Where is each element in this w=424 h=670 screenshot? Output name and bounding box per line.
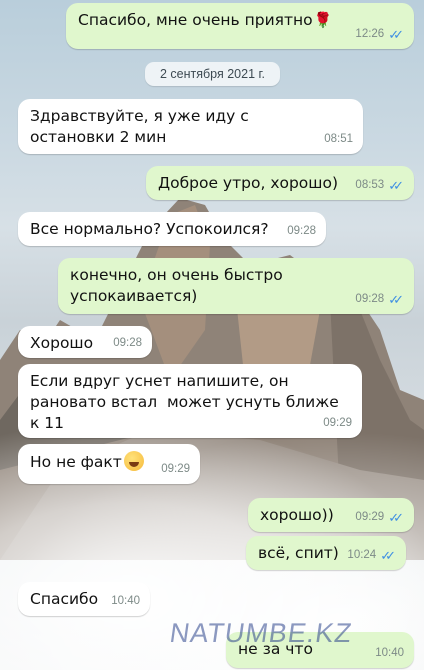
message-text: Спасибо, мне очень приятно🌹	[78, 11, 333, 29]
message-bubble-incoming[interactable]: Но не факт 09:29	[18, 444, 200, 484]
message-time: 10:40	[375, 647, 404, 659]
message-meta: 09:29	[161, 459, 190, 480]
message-meta: 10:24 ✓✓	[347, 545, 396, 566]
watermark: NATUMBE.KZ	[167, 618, 355, 648]
message-time: 12:26	[355, 28, 385, 40]
double-check-icon: ✓✓	[388, 27, 404, 42]
message-meta: 08:51	[324, 129, 353, 150]
date-divider: 2 сентября 2021 г.	[145, 62, 280, 86]
rose-emoji-icon: 🌹	[313, 11, 333, 29]
double-check-icon: ✓✓	[388, 178, 404, 193]
message-bubble-incoming[interactable]: Если вдруг уснет напишите, он рановато в…	[18, 364, 362, 438]
message-text: конечно, он очень быстро успокаивается)	[70, 266, 288, 305]
message-bubble-incoming[interactable]: Спасибо 10:40	[18, 582, 150, 616]
message-meta: 10:40	[375, 643, 404, 664]
message-meta: 09:29 ✓✓	[355, 507, 404, 528]
message-bubble-incoming[interactable]: Все нормально? Успокоился? 09:28	[18, 212, 326, 246]
message-time: 09:28	[113, 337, 142, 349]
message-time: 09:29	[323, 417, 352, 429]
message-time: 09:28	[287, 225, 316, 237]
message-meta: 09:28 ✓✓	[355, 289, 404, 310]
message-meta: 09:28	[287, 221, 316, 242]
message-meta: 09:28	[113, 333, 142, 354]
double-check-icon: ✓✓	[388, 292, 404, 307]
double-check-icon: ✓✓	[388, 510, 404, 525]
message-bubble-incoming[interactable]: Хорошо 09:28	[18, 326, 152, 358]
message-meta: 08:53 ✓✓	[355, 175, 404, 196]
message-bubble-outgoing[interactable]: Доброе утро, хорошо) 08:53 ✓✓	[146, 166, 414, 200]
message-time: 10:24	[347, 549, 377, 561]
message-time: 09:29	[355, 511, 385, 523]
message-bubble-outgoing[interactable]: всё, спит) 10:24 ✓✓	[246, 536, 406, 570]
message-time: 09:29	[161, 463, 190, 475]
message-bubble-outgoing[interactable]: хорошо)) 09:29 ✓✓	[248, 498, 414, 532]
message-meta: 12:26 ✓✓	[355, 24, 404, 45]
message-bubble-incoming[interactable]: Здравствуйте, я уже иду с остановки 2 ми…	[18, 99, 363, 154]
message-meta: 10:40	[111, 591, 140, 612]
message-text: Все нормально? Успокоился?	[30, 220, 269, 238]
message-time: 10:40	[111, 595, 140, 607]
message-time: 08:53	[355, 179, 385, 191]
double-check-icon: ✓✓	[380, 548, 396, 563]
message-time: 09:28	[355, 293, 385, 305]
message-bubble-outgoing[interactable]: Спасибо, мне очень приятно🌹 12:26 ✓✓	[66, 3, 414, 49]
message-meta: 09:29	[323, 413, 352, 434]
sweat-smile-emoji-icon	[123, 451, 144, 471]
message-bubble-outgoing[interactable]: конечно, он очень быстро успокаивается) …	[58, 258, 414, 314]
message-text: Здравствуйте, я уже иду с остановки 2 ми…	[30, 107, 254, 146]
message-time: 08:51	[324, 133, 353, 145]
message-text: Если вдруг уснет напишите, он рановато в…	[30, 372, 344, 432]
